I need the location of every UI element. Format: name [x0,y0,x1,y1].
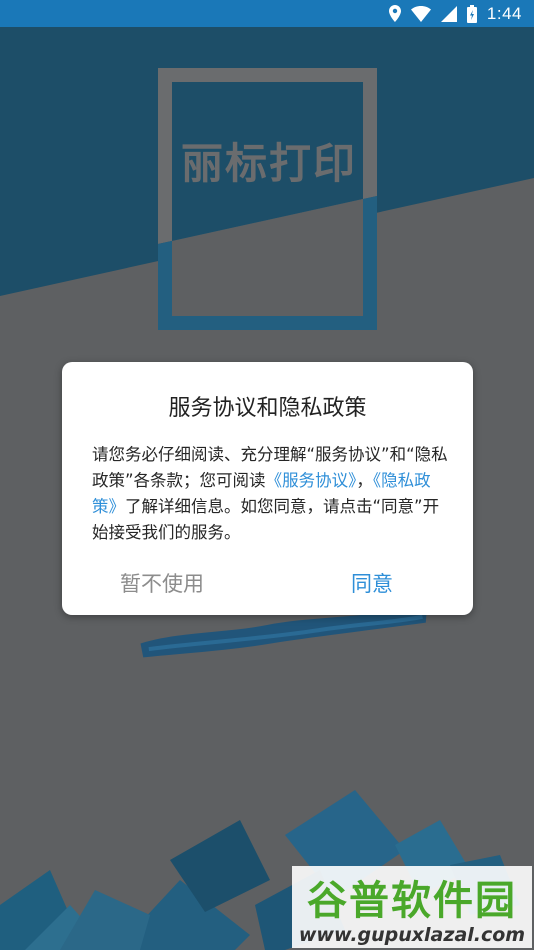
wifi-icon [410,5,431,22]
signal-icon [440,5,457,22]
splash-screen: 丽标打印 1:44 服务协议和隐私政策 请您务必仔细阅读、充分理解“服务协议”和… [0,0,534,950]
status-time: 1:44 [486,3,522,23]
watermark-url: www.gupuxlazal.com [298,924,526,946]
decline-button[interactable]: 暂不使用 [102,562,222,606]
dialog-body-text-2: 了解详细信息。如您同意，请点击“同意”开始接受我们的服务。 [92,497,440,542]
watermark: 谷普软件园 www.gupuxlazal.com [292,866,532,948]
link-separator: ， [356,471,373,490]
battery-icon [466,4,477,23]
dialog-body: 请您务必仔细阅读、充分理解“服务协议”和“隐私政策”各条款；您可阅读《服务协议》… [92,442,452,546]
agree-button[interactable]: 同意 [312,562,432,606]
watermark-title: 谷普软件园 [307,878,517,924]
privacy-agreement-dialog: 服务协议和隐私政策 请您务必仔细阅读、充分理解“服务协议”和“隐私政策”各条款；… [62,362,473,615]
app-logo-text: 丽标打印 [180,139,357,188]
service-agreement-link[interactable]: 《服务协议》 [266,471,357,490]
status-icons: 1:44 [388,0,522,27]
dialog-title: 服务协议和隐私政策 [168,396,367,421]
dialog-actions: 暂不使用 同意 [62,562,473,606]
status-bar: 1:44 [0,0,534,27]
location-icon [388,5,401,22]
